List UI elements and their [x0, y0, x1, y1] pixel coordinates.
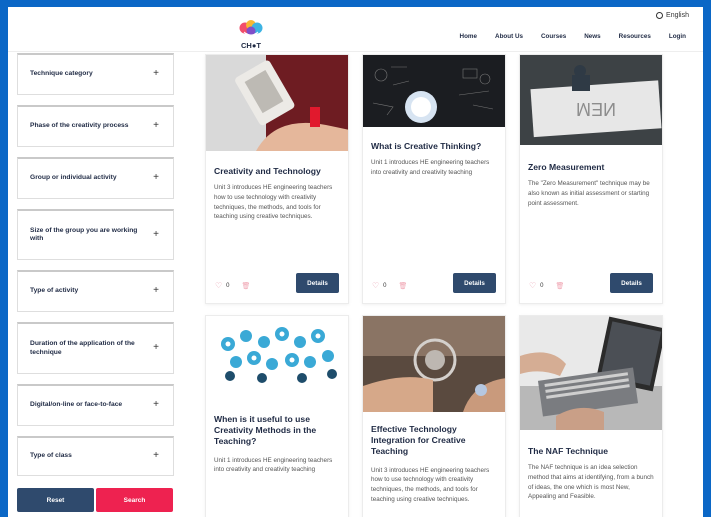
- trash-icon[interactable]: 🗑: [399, 282, 408, 290]
- card-footer: ♡ 0 🗑 Details: [363, 273, 505, 303]
- card-image: [363, 55, 505, 127]
- card-title: Zero Measurement: [528, 162, 605, 172]
- card-description: The NAF technique is an idea selection m…: [528, 464, 654, 501]
- heart-icon: ♡: [215, 281, 223, 290]
- card-effective-technology[interactable]: Effective Technology Integration for Cre…: [362, 315, 506, 517]
- card-footer: ♡ 0 🗑 Details: [520, 273, 662, 303]
- like-count: 0: [383, 282, 387, 289]
- filter-label: Duration of the application of the techn…: [30, 340, 135, 356]
- card-description: Unit 1 introduces HE engineering teacher…: [371, 159, 490, 176]
- like-counter[interactable]: ♡ 0 🗑: [529, 281, 564, 290]
- like-counter[interactable]: ♡ 0 🗑: [215, 281, 250, 290]
- globe-icon: [656, 12, 664, 19]
- card-image: [206, 55, 348, 151]
- filter-label: Group or individual activity: [30, 174, 117, 182]
- filter-group-individual[interactable]: Group or individual activity +: [17, 157, 174, 199]
- plus-icon: +: [153, 342, 159, 354]
- card-description: The "Zero Measurement" technique may be …: [528, 180, 650, 207]
- filter-class-type[interactable]: Type of class +: [17, 436, 174, 476]
- heart-icon: ♡: [529, 281, 537, 290]
- plus-icon: +: [153, 228, 159, 240]
- card-image: [520, 316, 662, 430]
- main-nav: Home About Us Courses News Resources Log…: [442, 33, 686, 40]
- page: CH●T English Home About Us Courses News …: [8, 7, 703, 517]
- card-title: Creativity and Technology: [214, 166, 321, 176]
- details-button[interactable]: Details: [610, 273, 653, 293]
- nav-resources[interactable]: Resources: [619, 33, 651, 40]
- details-button[interactable]: Details: [453, 273, 496, 293]
- plus-icon: +: [153, 120, 159, 132]
- like-count: 0: [226, 282, 230, 289]
- cheat-logo[interactable]: CH●T: [234, 18, 268, 52]
- card-title: The NAF Technique: [528, 446, 609, 456]
- card-title: Effective Technology Integration for Cre…: [371, 424, 466, 457]
- reset-button[interactable]: Reset: [17, 488, 94, 512]
- card-title: When is it useful to use Creativity Meth…: [214, 414, 317, 447]
- card-creative-thinking[interactable]: What is Creative Thinking? Unit 1 introd…: [362, 54, 506, 304]
- trash-icon[interactable]: 🗑: [556, 282, 565, 290]
- nav-news[interactable]: News: [584, 33, 600, 40]
- filter-label: Phase of the creativity process: [30, 122, 129, 130]
- trash-icon[interactable]: 🗑: [242, 282, 251, 290]
- language-selector[interactable]: English: [656, 12, 689, 19]
- nav-home[interactable]: Home: [460, 33, 478, 40]
- card-footer: ♡ 0 🗑 Details: [206, 273, 348, 303]
- plus-icon: +: [153, 172, 159, 184]
- header-divider: [8, 51, 703, 52]
- card-title: What is Creative Thinking?: [371, 141, 482, 151]
- card-description: Unit 1 introduces HE engineering teacher…: [214, 456, 333, 474]
- details-button[interactable]: Details: [296, 273, 339, 293]
- nav-about-us[interactable]: About Us: [495, 33, 523, 40]
- filter-group-size[interactable]: Size of the group you are working with +: [17, 209, 174, 260]
- filter-activity-type[interactable]: Type of activity +: [17, 270, 174, 312]
- filter-label: Technique category: [30, 70, 93, 78]
- language-label: English: [666, 12, 689, 19]
- card-description: Unit 3 introduces HE engineering teacher…: [371, 466, 490, 503]
- filter-label: Type of class: [30, 452, 72, 460]
- filter-phase[interactable]: Phase of the creativity process +: [17, 105, 174, 147]
- filter-duration[interactable]: Duration of the application of the techn…: [17, 322, 174, 374]
- nav-login[interactable]: Login: [669, 33, 686, 40]
- filter-technique-category[interactable]: Technique category +: [17, 53, 174, 95]
- svg-text:ИЕМ: ИЕМ: [576, 99, 616, 119]
- plus-icon: +: [153, 450, 159, 462]
- plus-icon: +: [153, 68, 159, 80]
- card-naf-technique[interactable]: The NAF Technique The NAF technique is a…: [519, 315, 663, 517]
- card-image: [206, 316, 348, 396]
- card-image: ИЕМ: [520, 55, 662, 145]
- plus-icon: +: [153, 285, 159, 297]
- card-zero-measurement[interactable]: ИЕМ Zero Measurement The "Zero Measureme…: [519, 54, 663, 304]
- like-count: 0: [540, 282, 544, 289]
- card-description: Unit 3 introduces HE engineering teacher…: [214, 184, 333, 221]
- svg-text:CH●T: CH●T: [241, 41, 261, 50]
- search-button[interactable]: Search: [96, 488, 173, 512]
- filter-label: Type of activity: [30, 287, 79, 295]
- heart-icon: ♡: [372, 281, 380, 290]
- filter-label: Digital/on-line or face-to-face: [30, 401, 123, 409]
- filter-label: Size of the group you are working with: [30, 226, 138, 242]
- card-image: [363, 316, 505, 412]
- filter-digital-face[interactable]: Digital/on-line or face-to-face +: [17, 384, 174, 426]
- card-creativity-technology[interactable]: Creativity and Technology Unit 3 introdu…: [205, 54, 349, 304]
- nav-courses[interactable]: Courses: [541, 33, 566, 40]
- card-creativity-methods[interactable]: When is it useful to use Creativity Meth…: [205, 315, 349, 517]
- like-counter[interactable]: ♡ 0 🗑: [372, 281, 407, 290]
- plus-icon: +: [153, 399, 159, 411]
